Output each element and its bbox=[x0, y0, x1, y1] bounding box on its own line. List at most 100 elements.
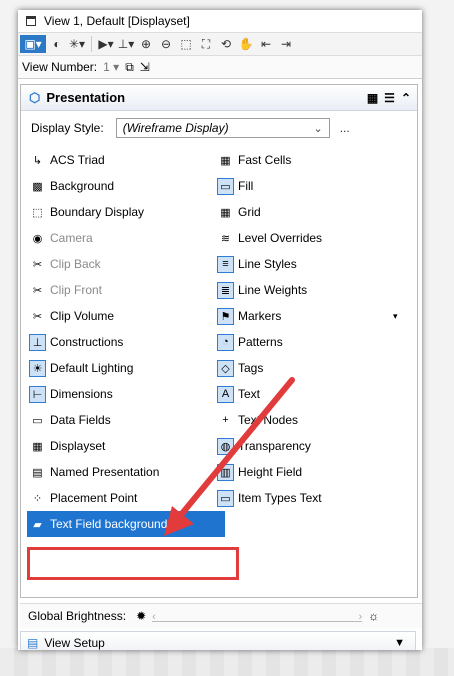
presentation-item-label: Fill bbox=[238, 179, 254, 193]
presentation-item-label: Text Field background bbox=[50, 517, 168, 531]
rotate-view-icon[interactable]: ⟲ bbox=[217, 35, 235, 53]
presentation-item-label: Tags bbox=[238, 361, 264, 375]
presentation-item-label: Clip Front bbox=[50, 283, 103, 297]
presentation-item-label: Text Nodes bbox=[238, 413, 299, 427]
presentation-item-label: Camera bbox=[50, 231, 93, 245]
markers-dropdown-icon[interactable]: ▾ bbox=[393, 311, 398, 322]
presentation-icon: ⬡ bbox=[29, 89, 41, 105]
presentation-item[interactable]: ⁘ Placement Point bbox=[29, 485, 225, 511]
presentation-item[interactable]: ▥ Height Field bbox=[217, 459, 413, 485]
collapse-icon[interactable]: ⌃ bbox=[401, 91, 411, 105]
presentation-item[interactable]: ▩ Background bbox=[29, 173, 225, 199]
presentation-item[interactable]: ◉ Camera bbox=[29, 225, 225, 251]
navigate-icon[interactable]: ▶▾ bbox=[97, 35, 115, 53]
presentation-item[interactable]: ▦ Grid bbox=[217, 199, 413, 225]
presentation-item-label: Placement Point bbox=[50, 491, 138, 505]
presentation-item[interactable]: ▭ Data Fields bbox=[29, 407, 225, 433]
named-presentation-icon: ▤ bbox=[32, 466, 43, 479]
brightness-slider[interactable]: ‹ › bbox=[152, 611, 363, 623]
presentation-item-label: Clip Volume bbox=[50, 309, 115, 323]
camera-icon: ◉ bbox=[32, 232, 43, 245]
window-title: View 1, Default [Displayset] bbox=[44, 14, 190, 28]
text-nodes-icon: + bbox=[222, 414, 229, 426]
presentation-item[interactable]: ≡ Line Styles bbox=[217, 251, 413, 277]
presentation-item[interactable]: ☀ Default Lighting bbox=[29, 355, 225, 381]
presentation-item-label: Line Styles bbox=[238, 257, 297, 271]
item-types-text-icon: ▭ bbox=[217, 489, 234, 507]
presentation-item[interactable]: ⊥ Constructions bbox=[29, 329, 225, 355]
right-item-column: ▦ Fast Cells ▭ Fill ▦ Grid ≋ Level Overrides ≡ Li… bbox=[217, 147, 413, 511]
presentation-item-label: Named Presentation bbox=[50, 465, 160, 479]
presentation-item[interactable]: ▤ Named Presentation bbox=[29, 459, 225, 485]
zoom-in-icon[interactable]: ⊕ bbox=[137, 35, 155, 53]
presentation-item[interactable]: ✂ Clip Volume bbox=[29, 303, 225, 329]
window-area-icon[interactable]: ⬚ bbox=[177, 35, 195, 53]
presentation-item[interactable]: ⊢ Dimensions bbox=[29, 381, 225, 407]
presentation-item-label: Line Weights bbox=[238, 283, 308, 297]
presentation-item[interactable]: ◍ Transparency bbox=[217, 433, 413, 459]
presentation-item[interactable]: A Text bbox=[217, 381, 413, 407]
view-toolbar: ▣▾ ◐ ✳▾ ▶▾ ⊥▾ ⊕ ⊖ ⬚ ⛶ ⟲ ✋ ⇤ ⇥ bbox=[18, 32, 422, 55]
presentation-item-label: Default Lighting bbox=[50, 361, 134, 375]
tilt-icon[interactable]: ⊥▾ bbox=[117, 35, 135, 53]
callout-highlight-box bbox=[27, 547, 239, 580]
presentation-item[interactable]: ↳ ACS Triad bbox=[29, 147, 225, 173]
presentation-item-label: Item Types Text bbox=[238, 491, 322, 505]
left-item-column: ↳ ACS Triad ▩ Background ⬚ Boundary Display ◉ C… bbox=[27, 147, 225, 537]
presentation-item[interactable]: ✂ Clip Front bbox=[29, 277, 225, 303]
list-view-icon[interactable]: ☰ bbox=[384, 91, 395, 105]
height-field-icon: ▥ bbox=[217, 463, 234, 481]
background-icon: ▩ bbox=[32, 180, 43, 193]
line-weights-icon: ≣ bbox=[217, 281, 234, 299]
presentation-item[interactable]: ▰ Text Field background bbox=[27, 511, 225, 537]
presentation-item[interactable]: ◔ Patterns bbox=[217, 329, 413, 355]
grid-view-icon[interactable]: ▦ bbox=[367, 91, 378, 105]
fit-view-icon[interactable]: ⛶ bbox=[197, 35, 215, 53]
presentation-item[interactable]: ◇ Tags bbox=[217, 355, 413, 381]
data-fields-icon: ▭ bbox=[32, 414, 43, 427]
presentation-item-label: Displayset bbox=[50, 439, 106, 453]
presentation-item[interactable]: ✂ Clip Back bbox=[29, 251, 225, 277]
view-number-select[interactable]: 1 ▾ bbox=[103, 60, 119, 74]
brightness-light-icon: ☼ bbox=[368, 609, 380, 623]
text-field-background-icon: ▰ bbox=[33, 518, 42, 531]
render-mode-icon[interactable]: ◐ bbox=[48, 35, 66, 53]
view-window: View 1, Default [Displayset] ▣▾ ◐ ✳▾ ▶▾ … bbox=[18, 10, 422, 650]
transparency-icon: ◍ bbox=[217, 437, 234, 455]
presentation-item[interactable]: ▭ Item Types Text bbox=[217, 485, 413, 511]
presentation-item[interactable]: ≋ Level Overrides bbox=[217, 225, 413, 251]
display-style-select[interactable]: (Wireframe Display) ⌄ bbox=[115, 118, 330, 138]
presentation-item[interactable]: ≣ Line Weights bbox=[217, 277, 413, 303]
presentation-title: Presentation bbox=[46, 90, 126, 105]
pan-icon[interactable]: ✋ bbox=[237, 35, 255, 53]
grid-icon: ▦ bbox=[220, 206, 231, 219]
previous-view-icon[interactable]: ⇤ bbox=[257, 35, 275, 53]
presentation-item[interactable]: ▦ Displayset bbox=[29, 433, 225, 459]
presentation-item-label: Level Overrides bbox=[238, 231, 323, 245]
default-lighting-icon: ☀ bbox=[29, 359, 46, 377]
view-setup-header[interactable]: ▤ View Setup ▼ bbox=[20, 631, 416, 650]
zoom-out-icon[interactable]: ⊖ bbox=[157, 35, 175, 53]
toolbar-separator bbox=[91, 36, 92, 52]
copy-view-icon[interactable]: ⧉ bbox=[125, 60, 134, 75]
fast-cells-icon: ▦ bbox=[220, 154, 231, 167]
display-style-row: Display Style: (Wireframe Display) ⌄ ... bbox=[21, 111, 417, 145]
next-view-icon[interactable]: ⇥ bbox=[277, 35, 295, 53]
display-style-more-button[interactable]: ... bbox=[340, 121, 350, 135]
select-view-icon[interactable]: ⇲ bbox=[140, 60, 150, 74]
presentation-header[interactable]: ⬡ Presentation ▦ ☰ ⌃ bbox=[21, 85, 417, 111]
view-number-label: View Number: bbox=[22, 60, 98, 74]
patterns-icon: ◔ bbox=[217, 333, 234, 351]
presentation-item-label: Markers bbox=[238, 309, 282, 323]
chevron-down-icon: ▼ bbox=[394, 637, 405, 649]
display-style-label: Display Style: bbox=[31, 121, 104, 135]
presentation-item[interactable]: ⚑ Markers ▾ bbox=[217, 303, 413, 329]
presentation-item[interactable]: ▦ Fast Cells bbox=[217, 147, 413, 173]
presentation-item[interactable]: ⬚ Boundary Display bbox=[29, 199, 225, 225]
presentation-item[interactable]: ▭ Fill bbox=[217, 173, 413, 199]
lighting-icon[interactable]: ✳▾ bbox=[68, 35, 86, 53]
view-attributes-icon[interactable]: ▣▾ bbox=[20, 35, 46, 53]
view-number-bar: View Number: 1 ▾ ⧉ ⇲ bbox=[18, 55, 422, 79]
presentation-item-label: Boundary Display bbox=[50, 205, 145, 219]
presentation-item[interactable]: + Text Nodes bbox=[217, 407, 413, 433]
